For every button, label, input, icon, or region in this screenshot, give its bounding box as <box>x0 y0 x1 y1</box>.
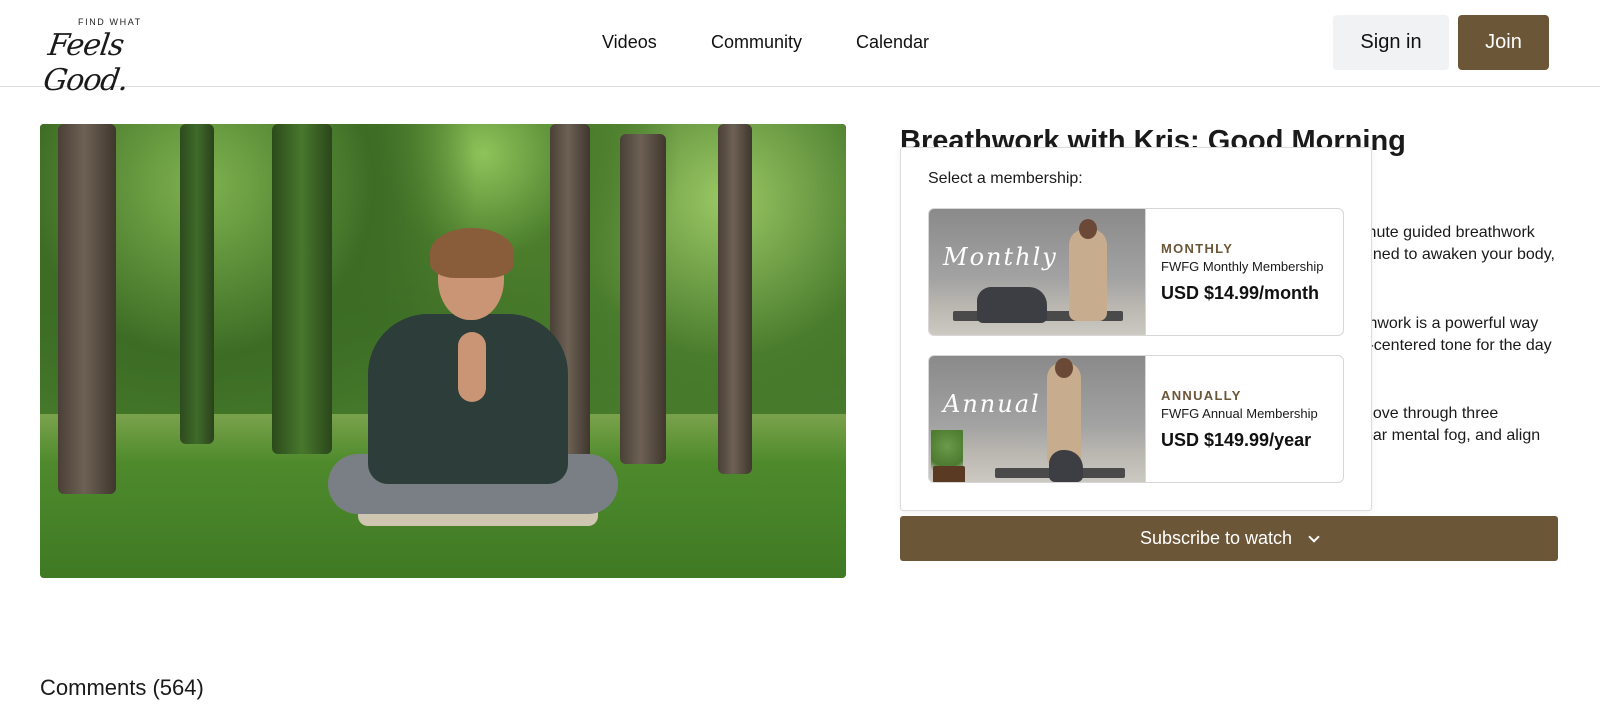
chevron-down-icon <box>1308 530 1320 543</box>
tree-trunk <box>272 124 332 454</box>
nav-videos[interactable]: Videos <box>602 32 657 53</box>
plan-details: MONTHLY FWFG Monthly Membership USD $14.… <box>1161 209 1343 335</box>
video-thumbnail[interactable] <box>40 124 846 578</box>
instructor-figure <box>328 224 628 544</box>
hair <box>430 228 514 278</box>
instructor-head <box>1055 358 1073 378</box>
comments-heading: Comments (564) <box>40 675 204 700</box>
plan-image-word: Annual <box>943 390 1041 418</box>
monthly-plan-option[interactable]: Monthly MONTHLY FWFG Monthly Membership … <box>928 208 1344 336</box>
instructor-figure <box>1069 229 1107 321</box>
tree-trunk <box>718 124 752 474</box>
plan-image-word: Monthly <box>943 243 1058 271</box>
tree-trunk <box>58 124 116 494</box>
monthly-plan-image: Monthly <box>929 209 1146 335</box>
plan-name: FWFG Monthly Membership <box>1161 259 1324 274</box>
subscribe-button[interactable]: Subscribe to watch <box>900 516 1558 561</box>
subscribe-label: Subscribe to watch <box>1139 528 1293 548</box>
description-line: gned to awaken your body, <box>1364 246 1555 263</box>
dog-figure <box>977 287 1047 323</box>
instructor-head <box>1079 219 1097 239</box>
plant-pot <box>933 466 965 482</box>
membership-popup: Select a membership: Monthly MONTHLY FWF… <box>900 147 1372 511</box>
nav-community[interactable]: Community <box>711 32 802 53</box>
description-line: ear mental fog, and align <box>1364 427 1541 444</box>
description-line: nove through three <box>1364 405 1499 422</box>
dog-figure <box>1049 450 1083 482</box>
plan-name: FWFG Annual Membership <box>1161 406 1318 421</box>
plan-frequency: MONTHLY <box>1161 241 1234 256</box>
plan-price: USD $14.99/month <box>1161 283 1320 303</box>
description-line: t-centered tone for the day <box>1364 337 1552 354</box>
nav-calendar[interactable]: Calendar <box>856 32 929 53</box>
join-button[interactable]: Join <box>1458 15 1549 70</box>
annual-plan-image: Annual <box>929 356 1146 482</box>
annual-plan-option[interactable]: Annual ANNUALLY FWFG Annual Membership U… <box>928 355 1344 483</box>
plan-details: ANNUALLY FWFG Annual Membership USD $149… <box>1161 356 1343 482</box>
prayer-hands <box>458 332 486 402</box>
sign-in-button[interactable]: Sign in <box>1333 15 1449 70</box>
plan-frequency: ANNUALLY <box>1161 388 1242 403</box>
description-line: inute guided breathwork <box>1364 224 1535 241</box>
plan-price: USD $149.99/year <box>1161 430 1312 450</box>
description-line: thwork is a powerful way <box>1364 315 1539 332</box>
popup-label: Select a membership: <box>928 170 1083 187</box>
logo-tagline: FIND WHAT <box>78 17 142 27</box>
tree-trunk <box>180 124 214 444</box>
site-header: FIND WHAT Feels Good. Videos Community C… <box>0 0 1600 98</box>
